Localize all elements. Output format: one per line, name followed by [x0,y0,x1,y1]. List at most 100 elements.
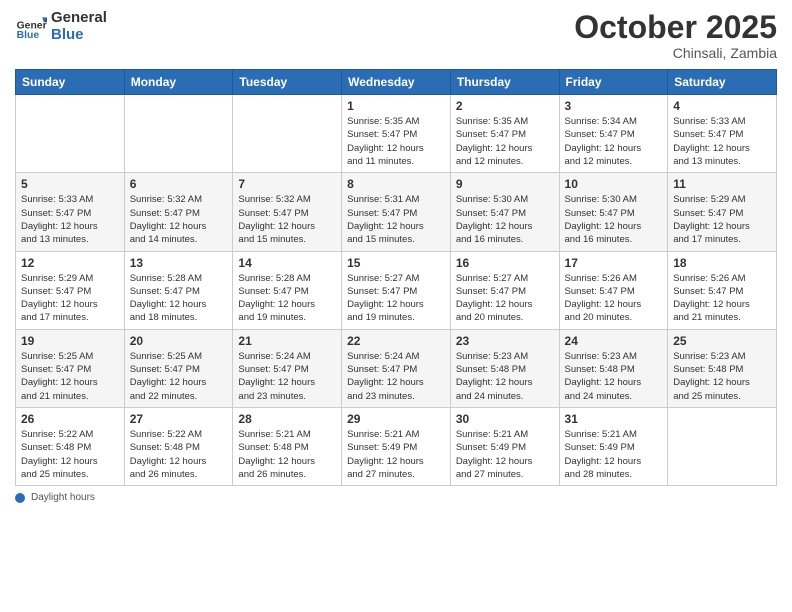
day-info: Sunrise: 5:29 AM Sunset: 5:47 PM Dayligh… [673,193,771,246]
day-number: 16 [456,256,554,270]
day-number: 10 [565,177,663,191]
calendar-cell: 6Sunrise: 5:32 AM Sunset: 5:47 PM Daylig… [124,173,233,251]
week-row-1: 1 Sunrise: 5:35 AM Sunset: 5:47 PM Daylig… [16,95,777,173]
month-title: October 2025 [574,10,777,45]
day-info: Sunrise: 5:21 AM Sunset: 5:49 PM Dayligh… [347,428,445,481]
day-number: 1 [347,99,445,113]
calendar-cell: 14Sunrise: 5:28 AM Sunset: 5:47 PM Dayli… [233,251,342,329]
calendar-cell: 17Sunrise: 5:26 AM Sunset: 5:47 PM Dayli… [559,251,668,329]
day-number: 24 [565,334,663,348]
day-info: Sunrise: 5:24 AM Sunset: 5:47 PM Dayligh… [347,350,445,403]
footer-note: Daylight hours [15,492,777,503]
calendar-cell: 3Sunrise: 5:34 AM Sunset: 5:47 PM Daylig… [559,95,668,173]
svg-text:Blue: Blue [17,30,40,41]
day-number: 6 [130,177,228,191]
day-number: 5 [21,177,119,191]
day-info: Sunrise: 5:30 AM Sunset: 5:47 PM Dayligh… [456,193,554,246]
logo-general-text: General [51,10,107,27]
day-number: 9 [456,177,554,191]
day-info: Sunrise: 5:26 AM Sunset: 5:47 PM Dayligh… [565,272,663,325]
day-number: 29 [347,412,445,426]
day-info: Sunrise: 5:23 AM Sunset: 5:48 PM Dayligh… [673,350,771,403]
day-info: Sunrise: 5:28 AM Sunset: 5:47 PM Dayligh… [130,272,228,325]
day-number: 28 [238,412,336,426]
calendar-cell: 21Sunrise: 5:24 AM Sunset: 5:47 PM Dayli… [233,329,342,407]
calendar-cell: 1Sunrise: 5:35 AM Sunset: 5:47 PM Daylig… [342,95,451,173]
calendar-cell: 29 Sunrise: 5:21 AM Sunset: 5:49 PM Dayli… [342,407,451,485]
weekday-header-thursday: Thursday [450,70,559,95]
weekday-header-sunday: Sunday [16,70,125,95]
day-number: 12 [21,256,119,270]
day-info: Sunrise: 5:26 AM Sunset: 5:47 PM Dayligh… [673,272,771,325]
calendar-cell: 19Sunrise: 5:25 AM Sunset: 5:47 PM Dayli… [16,329,125,407]
day-info: Sunrise: 5:32 AM Sunset: 5:47 PM Dayligh… [238,193,336,246]
calendar-cell: 7Sunrise: 5:32 AM Sunset: 5:47 PM Daylig… [233,173,342,251]
calendar-cell: 30Sunrise: 5:21 AM Sunset: 5:49 PM Dayli… [450,407,559,485]
calendar-cell: 26 Sunrise: 5:22 AM Sunset: 5:48 PM Dayli… [16,407,125,485]
day-number: 18 [673,256,771,270]
day-number: 23 [456,334,554,348]
calendar-cell [124,95,233,173]
day-info: Sunrise: 5:23 AM Sunset: 5:48 PM Dayligh… [456,350,554,403]
week-row-5: 26 Sunrise: 5:22 AM Sunset: 5:48 PM Dayli… [16,407,777,485]
day-number: 15 [347,256,445,270]
day-number: 14 [238,256,336,270]
day-info: Sunrise: 5:30 AM Sunset: 5:47 PM Dayligh… [565,193,663,246]
calendar-cell: 28 Sunrise: 5:21 AM Sunset: 5:48 PM Dayli… [233,407,342,485]
day-info: Sunrise: 5:34 AM Sunset: 5:47 PM Dayligh… [565,115,663,168]
calendar-cell [668,407,777,485]
location: Chinsali, Zambia [574,45,777,61]
day-number: 20 [130,334,228,348]
week-row-4: 19Sunrise: 5:25 AM Sunset: 5:47 PM Dayli… [16,329,777,407]
day-info: Sunrise: 5:22 AM Sunset: 5:48 PM Dayligh… [21,428,119,481]
week-row-3: 12Sunrise: 5:29 AM Sunset: 5:47 PM Dayli… [16,251,777,329]
calendar-cell: 11 Sunrise: 5:29 AM Sunset: 5:47 PM Dayli… [668,173,777,251]
calendar-cell: 27Sunrise: 5:22 AM Sunset: 5:48 PM Dayli… [124,407,233,485]
calendar-cell: 13Sunrise: 5:28 AM Sunset: 5:47 PM Dayli… [124,251,233,329]
calendar-cell: 9 Sunrise: 5:30 AM Sunset: 5:47 PM Daylig… [450,173,559,251]
logo-blue-text: Blue [51,27,107,44]
day-info: Sunrise: 5:33 AM Sunset: 5:47 PM Dayligh… [673,115,771,168]
day-info: Sunrise: 5:27 AM Sunset: 5:47 PM Dayligh… [347,272,445,325]
day-info: Sunrise: 5:31 AM Sunset: 5:47 PM Dayligh… [347,193,445,246]
daylight-dot [15,493,25,503]
calendar-cell: 15 Sunrise: 5:27 AM Sunset: 5:47 PM Dayli… [342,251,451,329]
calendar-cell: 5 Sunrise: 5:33 AM Sunset: 5:47 PM Daylig… [16,173,125,251]
logo: General Blue General Blue [15,10,107,43]
calendar-cell: 2 Sunrise: 5:35 AM Sunset: 5:47 PM Daylig… [450,95,559,173]
calendar-table: SundayMondayTuesdayWednesdayThursdayFrid… [15,69,777,486]
title-block: October 2025 Chinsali, Zambia [574,10,777,61]
calendar-cell: 12Sunrise: 5:29 AM Sunset: 5:47 PM Dayli… [16,251,125,329]
calendar-cell: 16Sunrise: 5:27 AM Sunset: 5:47 PM Dayli… [450,251,559,329]
calendar-cell: 23 Sunrise: 5:23 AM Sunset: 5:48 PM Dayli… [450,329,559,407]
day-info: Sunrise: 5:25 AM Sunset: 5:47 PM Dayligh… [130,350,228,403]
day-number: 25 [673,334,771,348]
page: General Blue General Blue October 2025 C… [0,0,792,612]
daylight-label: Daylight hours [31,492,95,503]
day-number: 26 [21,412,119,426]
weekday-header-monday: Monday [124,70,233,95]
logo-icon: General Blue [15,11,47,43]
calendar-cell: 10 Sunrise: 5:30 AM Sunset: 5:47 PM Dayli… [559,173,668,251]
day-number: 4 [673,99,771,113]
weekday-header-tuesday: Tuesday [233,70,342,95]
day-info: Sunrise: 5:35 AM Sunset: 5:47 PM Dayligh… [456,115,554,168]
day-number: 8 [347,177,445,191]
day-number: 21 [238,334,336,348]
day-number: 27 [130,412,228,426]
day-info: Sunrise: 5:21 AM Sunset: 5:48 PM Dayligh… [238,428,336,481]
calendar-cell [16,95,125,173]
calendar-cell: 4 Sunrise: 5:33 AM Sunset: 5:47 PM Daylig… [668,95,777,173]
weekday-header-friday: Friday [559,70,668,95]
calendar-cell: 31Sunrise: 5:21 AM Sunset: 5:49 PM Dayli… [559,407,668,485]
day-number: 2 [456,99,554,113]
day-number: 11 [673,177,771,191]
day-info: Sunrise: 5:21 AM Sunset: 5:49 PM Dayligh… [456,428,554,481]
day-number: 31 [565,412,663,426]
calendar-cell: 20 Sunrise: 5:25 AM Sunset: 5:47 PM Dayli… [124,329,233,407]
day-info: Sunrise: 5:33 AM Sunset: 5:47 PM Dayligh… [21,193,119,246]
calendar-cell: 25 Sunrise: 5:23 AM Sunset: 5:48 PM Dayli… [668,329,777,407]
header: General Blue General Blue October 2025 C… [15,10,777,61]
calendar-cell: 22Sunrise: 5:24 AM Sunset: 5:47 PM Dayli… [342,329,451,407]
calendar-cell: 24Sunrise: 5:23 AM Sunset: 5:48 PM Dayli… [559,329,668,407]
